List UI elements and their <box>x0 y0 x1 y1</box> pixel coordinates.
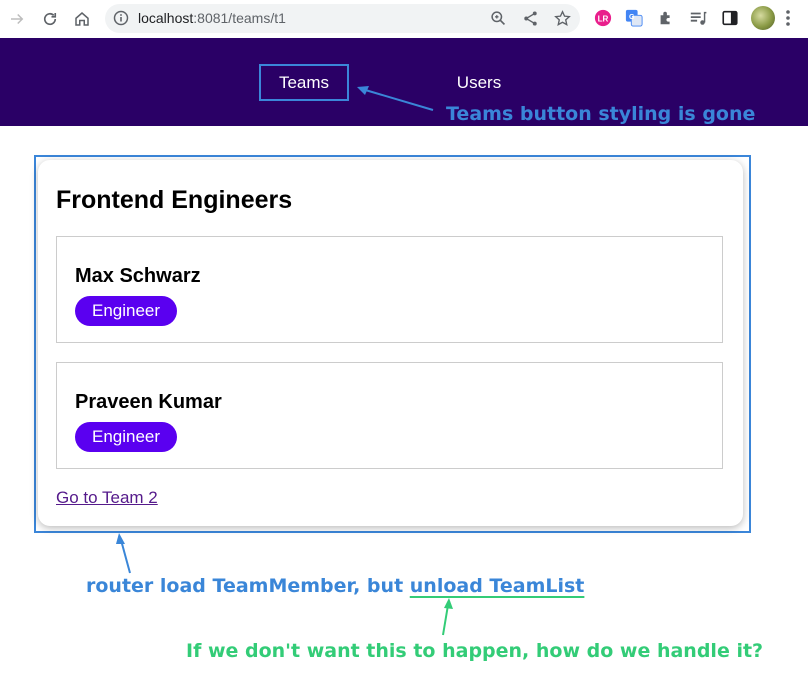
translate-extension-icon[interactable]: G <box>625 9 643 27</box>
team-title: Frontend Engineers <box>56 186 293 214</box>
team-member-card: Praveen Kumar Engineer <box>56 362 723 469</box>
svg-text:G: G <box>629 12 635 21</box>
url-path: :8081/teams/t1 <box>193 10 286 26</box>
arrow-to-unload <box>442 598 453 636</box>
team-member-card: Max Schwarz Engineer <box>56 236 723 343</box>
annotation-router-prefix: router load TeamMember, but <box>86 575 410 597</box>
forward-icon[interactable] <box>6 8 28 30</box>
url-host: localhost <box>138 10 194 26</box>
annotation-teams-button: Teams button styling is gone <box>446 103 756 125</box>
share-icon[interactable] <box>522 10 539 27</box>
nav-link-teams[interactable]: Teams <box>260 65 348 100</box>
member-name: Praveen Kumar <box>75 391 222 413</box>
browser-toolbar: localhost:8081/teams/t1 LR G <box>0 0 808 39</box>
member-name: Max Schwarz <box>75 265 201 287</box>
media-control-icon[interactable] <box>689 9 707 27</box>
go-to-team-link[interactable]: Go to Team 2 <box>56 488 158 508</box>
home-icon[interactable] <box>71 8 93 30</box>
site-info-icon[interactable] <box>113 10 129 26</box>
team-card: Frontend Engineers Max Schwarz Engineer … <box>38 160 743 526</box>
extensions-puzzle-icon[interactable] <box>657 9 675 27</box>
url-text[interactable]: localhost:8081/teams/t1 <box>138 10 286 26</box>
side-panel-icon[interactable] <box>721 9 739 27</box>
reload-icon[interactable] <box>39 8 61 30</box>
nav-link-users[interactable]: Users <box>438 65 520 100</box>
extension-lr-icon[interactable]: LR <box>594 9 612 27</box>
role-badge: Engineer <box>75 296 178 326</box>
profile-avatar[interactable] <box>751 6 775 30</box>
zoom-icon[interactable] <box>490 10 507 27</box>
bookmark-star-icon[interactable] <box>554 10 571 27</box>
annotation-question: If we don't want this to happen, how do … <box>186 640 764 662</box>
annotation-router-highlight: unload TeamList <box>409 575 585 597</box>
address-bar[interactable]: localhost:8081/teams/t1 <box>105 4 580 33</box>
svg-text:LR: LR <box>598 15 609 24</box>
annotation-router: router load TeamMember, but unload TeamL… <box>86 575 584 597</box>
more-menu-icon[interactable] <box>785 9 791 27</box>
arrow-to-teamlist <box>116 533 131 574</box>
role-badge: Engineer <box>75 422 178 452</box>
